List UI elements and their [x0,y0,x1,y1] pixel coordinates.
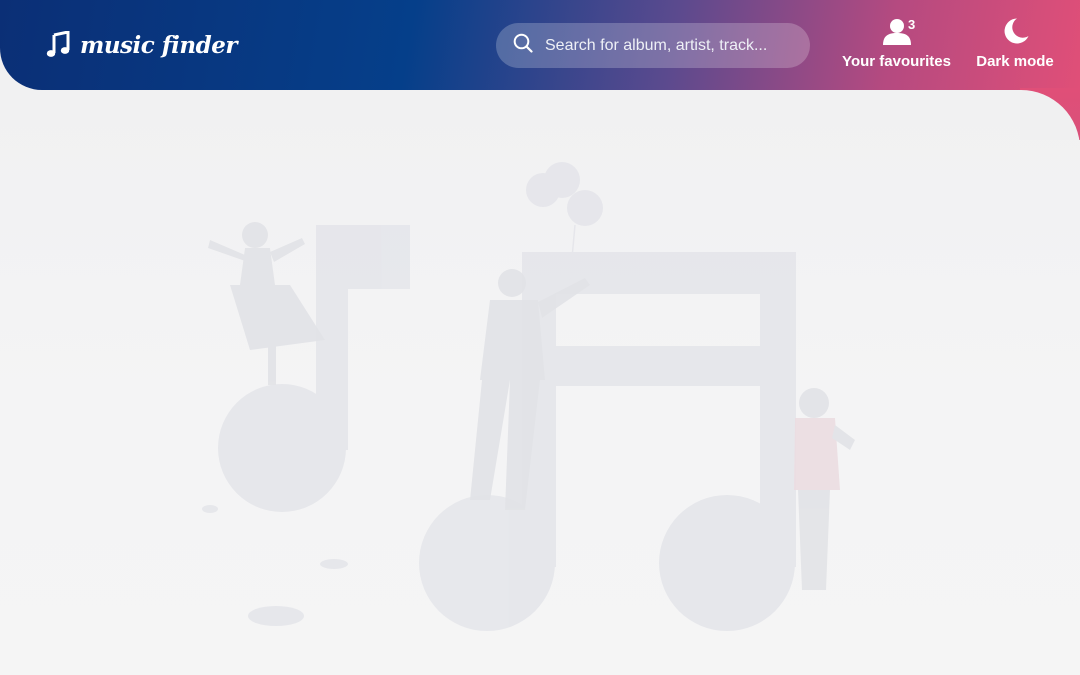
logo-text: music finder [80,31,237,59]
logo[interactable]: music finder [46,27,237,63]
dark-mode-label: Dark mode [976,53,1054,70]
favourites-count-badge: 3 [908,17,916,32]
search-bar[interactable] [496,23,810,68]
music-people-illustration [202,162,855,631]
search-input[interactable] [545,36,785,55]
favourites-label: Your favourites [842,53,951,70]
header-bar: music finder 3 Your favourites Dark mode [0,0,1080,90]
dark-mode-toggle[interactable]: Dark mode [976,17,1054,70]
header-corner-curve [1020,88,1080,140]
moon-icon [1000,17,1030,50]
music-note-icon [46,31,70,59]
search-icon[interactable] [513,33,533,58]
favourites-button[interactable]: 3 Your favourites [842,17,951,70]
